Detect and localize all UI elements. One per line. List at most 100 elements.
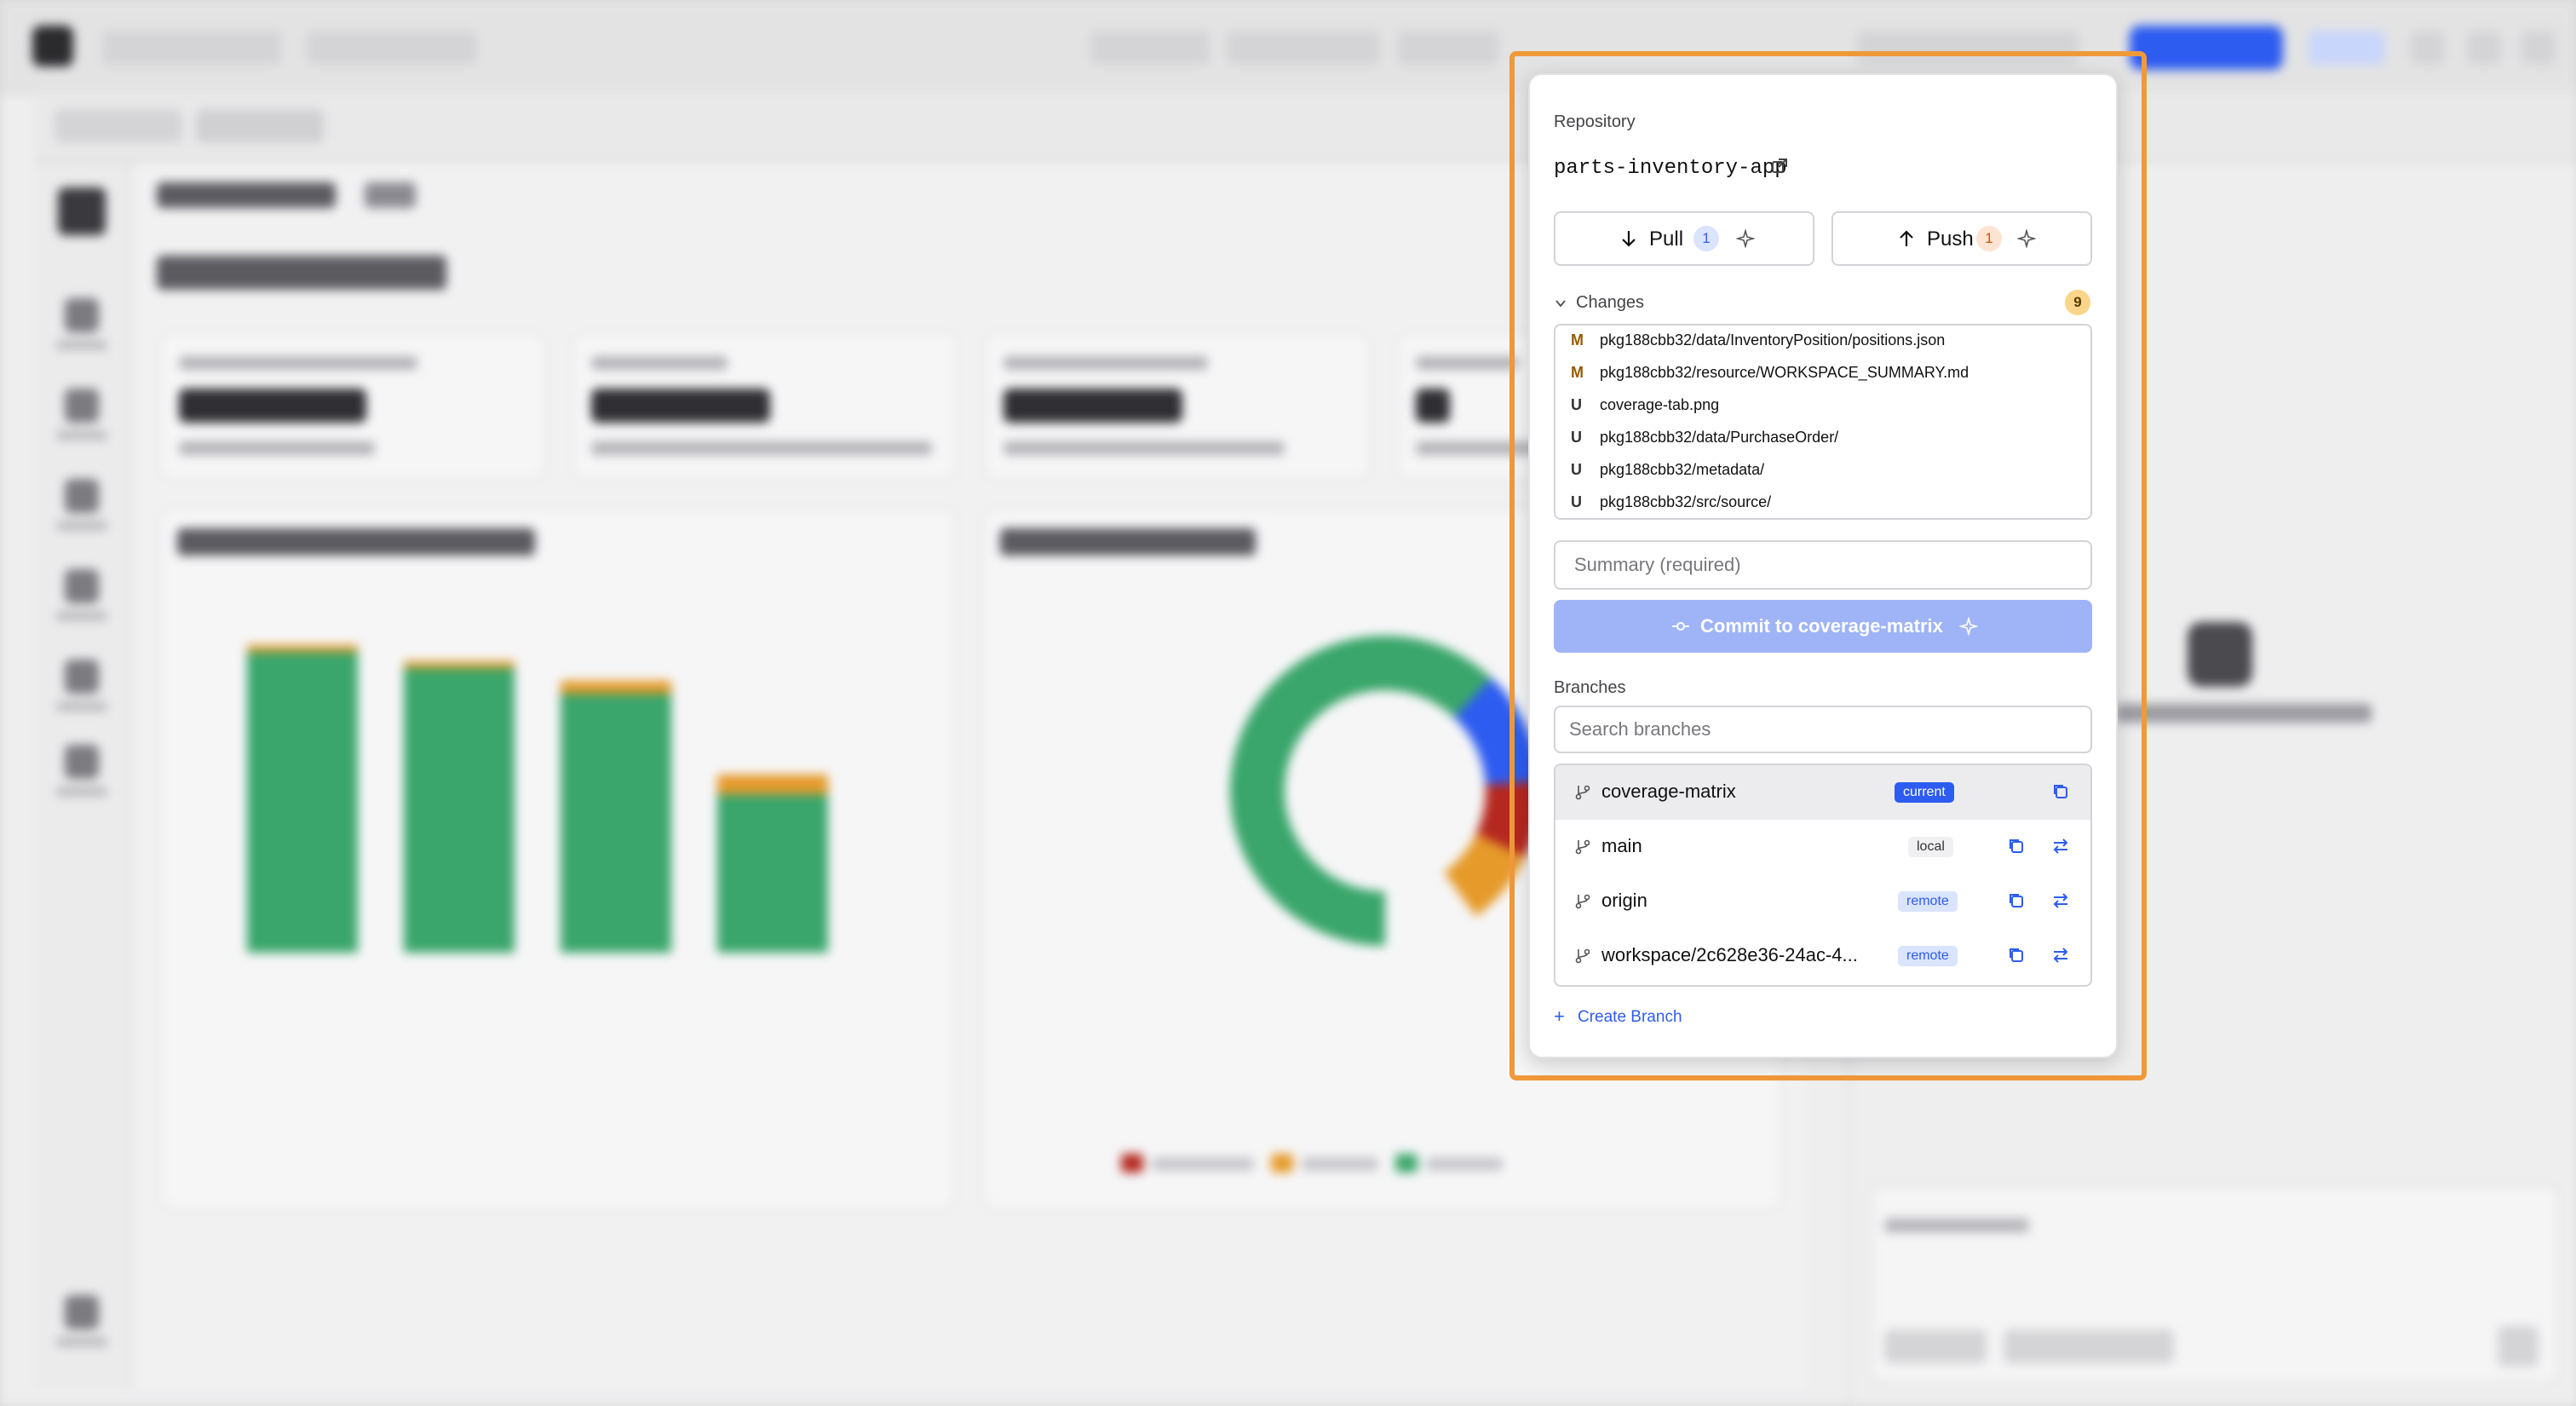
bg-bar bbox=[717, 793, 828, 953]
toolbar-icon bbox=[2521, 31, 2556, 65]
bg-bar-top bbox=[561, 680, 671, 694]
bg-bar bbox=[247, 651, 358, 953]
nav-label bbox=[56, 787, 107, 796]
bg-bar-top bbox=[717, 775, 828, 794]
commit-label: Commit to coverage-matrix bbox=[1700, 615, 1943, 637]
change-path: pkg188cbb32/data/PurchaseOrder/ bbox=[1600, 429, 1839, 446]
toolbar-chip bbox=[1227, 31, 1380, 65]
change-item[interactable]: M pkg188cbb32/data/InventoryPosition/pos… bbox=[1555, 326, 2090, 358]
copy-icon[interactable] bbox=[2005, 944, 2027, 966]
nav-icon bbox=[65, 569, 99, 603]
summary-input[interactable] bbox=[1555, 542, 2090, 588]
branch-search-input[interactable] bbox=[1555, 707, 2090, 752]
change-item[interactable]: U pkg188cbb32/metadata/ bbox=[1555, 455, 2090, 487]
send-icon bbox=[2498, 1326, 2539, 1367]
legend-text bbox=[1152, 1157, 1254, 1171]
pull-label: Pull bbox=[1649, 228, 1684, 251]
branch-search-wrapper bbox=[1554, 706, 2092, 753]
kpi-value bbox=[1416, 389, 1450, 423]
git-popover: Repository parts-inventory-app Pull 1 Pu… bbox=[1528, 73, 2118, 1058]
assistant-avatar-icon bbox=[2188, 622, 2252, 687]
copy-icon[interactable] bbox=[2005, 835, 2027, 857]
kpi-value bbox=[179, 389, 366, 423]
legend-swatch bbox=[1271, 1154, 1293, 1173]
external-link-icon[interactable] bbox=[1770, 157, 1789, 176]
branch-name: coverage-matrix bbox=[1601, 781, 1736, 802]
push-count-badge: 1 bbox=[1976, 226, 2002, 251]
change-status: U bbox=[1571, 493, 1582, 510]
branch-name: main bbox=[1601, 835, 1642, 856]
create-branch-label: Create Branch bbox=[1578, 1008, 1682, 1026]
chat-action-chip bbox=[2004, 1329, 2174, 1363]
branch-item-origin[interactable]: origin remote bbox=[1555, 874, 2090, 929]
repository-name[interactable]: parts-inventory-app bbox=[1554, 157, 1787, 180]
branch-item-workspace[interactable]: workspace/2c628e36-24ac-4... remote bbox=[1555, 929, 2090, 983]
toolbar-chip bbox=[1397, 31, 1499, 65]
branch-item-main[interactable]: main local bbox=[1555, 820, 2090, 874]
sparkle-icon bbox=[1959, 617, 1978, 636]
changes-toggle[interactable]: Changes 9 bbox=[1554, 290, 2092, 317]
assistant-greeting bbox=[2116, 704, 2372, 723]
branch-item-coverage-matrix[interactable]: coverage-matrix current bbox=[1555, 765, 2090, 820]
git-branch-icon bbox=[1575, 948, 1590, 964]
kpi-card bbox=[160, 332, 545, 481]
branch-tag-local: local bbox=[1908, 837, 1953, 857]
git-branch-icon bbox=[1575, 785, 1590, 800]
legend-text bbox=[1302, 1157, 1378, 1171]
kpi-label bbox=[591, 356, 727, 370]
change-path: coverage-tab.png bbox=[1600, 396, 1720, 413]
pull-button[interactable]: Pull 1 bbox=[1554, 211, 1814, 266]
nav-icon bbox=[65, 389, 99, 423]
change-path: pkg188cbb32/metadata/ bbox=[1600, 461, 1765, 478]
workspace-chip bbox=[102, 31, 281, 65]
nav-label bbox=[56, 431, 107, 440]
branch-name: workspace/2c628e36-24ac-4... bbox=[1601, 944, 1858, 965]
page-heading bbox=[157, 256, 446, 290]
kpi-value bbox=[1003, 389, 1182, 423]
switch-branch-icon[interactable] bbox=[2050, 944, 2072, 966]
bg-bar-top bbox=[404, 661, 515, 668]
sparkle-icon bbox=[2017, 229, 2036, 248]
sub-toolbar bbox=[34, 92, 2576, 162]
branch-tag-current: current bbox=[1895, 782, 1954, 803]
change-path: pkg188cbb32/src/source/ bbox=[1600, 493, 1772, 510]
push-button[interactable]: Push 1 bbox=[1831, 211, 2092, 266]
app-logo-icon bbox=[32, 26, 73, 66]
copy-icon[interactable] bbox=[2005, 890, 2027, 912]
bg-bar bbox=[404, 667, 515, 953]
change-item[interactable]: U pkg188cbb32/src/source/ bbox=[1555, 487, 2090, 518]
page-tab bbox=[365, 182, 416, 208]
legend-text bbox=[1426, 1157, 1503, 1171]
branch-name: origin bbox=[1601, 890, 1647, 911]
change-item[interactable]: U coverage-tab.png bbox=[1555, 390, 2090, 423]
kpi-value bbox=[591, 389, 770, 423]
donut-chart bbox=[1230, 636, 1540, 946]
switch-branch-icon[interactable] bbox=[2050, 835, 2072, 857]
changes-count-badge: 9 bbox=[2065, 290, 2090, 315]
sparkle-icon bbox=[1736, 229, 1755, 248]
kpi-caption bbox=[591, 441, 932, 455]
switch-branch-icon[interactable] bbox=[2050, 890, 2072, 912]
change-status: U bbox=[1571, 396, 1582, 413]
change-item[interactable]: M pkg188cbb32/resource/WORKSPACE_SUMMARY… bbox=[1555, 358, 2090, 390]
arrow-down-icon bbox=[1622, 231, 1636, 247]
nav-icon bbox=[65, 1295, 99, 1329]
legend-swatch bbox=[1121, 1154, 1143, 1173]
page-tab bbox=[157, 182, 336, 208]
kpi-caption bbox=[179, 441, 375, 455]
change-item[interactable]: U pkg188cbb32/data/PurchaseOrder/ bbox=[1555, 423, 2090, 455]
pull-count-badge: 1 bbox=[1693, 226, 1719, 251]
change-status: U bbox=[1571, 429, 1582, 446]
commit-button[interactable]: Commit to coverage-matrix bbox=[1554, 600, 2092, 653]
branch-chip bbox=[307, 31, 477, 65]
chat-action-chip bbox=[1884, 1329, 1987, 1363]
nav-label bbox=[56, 612, 107, 620]
primary-action-button bbox=[2130, 26, 2283, 70]
kpi-card bbox=[985, 332, 1370, 481]
change-status: U bbox=[1571, 461, 1582, 478]
summary-field-wrapper bbox=[1554, 540, 2092, 590]
toolbar-icon bbox=[2411, 31, 2445, 65]
nav-icon bbox=[65, 745, 99, 779]
change-status: M bbox=[1571, 364, 1584, 381]
copy-icon[interactable] bbox=[2050, 781, 2072, 803]
